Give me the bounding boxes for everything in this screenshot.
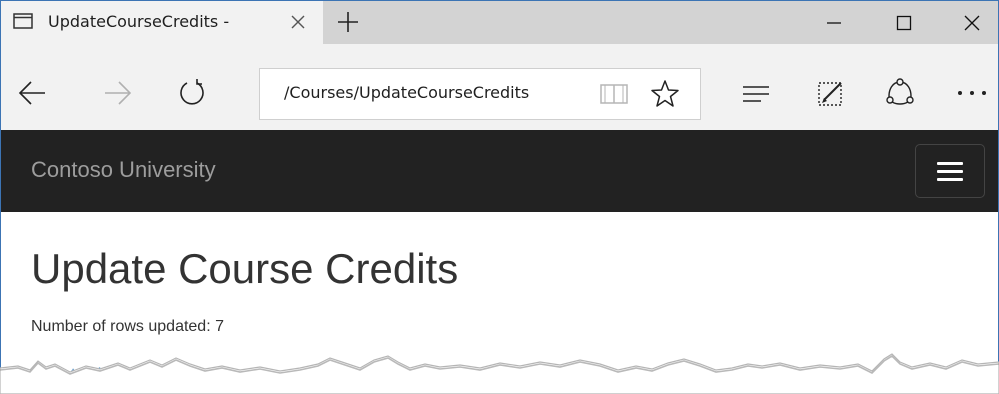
hamburger-icon[interactable] bbox=[915, 144, 985, 198]
brand-link[interactable]: Contoso University bbox=[31, 157, 216, 183]
browser-window: UpdateCourseCredits - /Courses/UpdateCou… bbox=[0, 0, 999, 394]
window-icon bbox=[13, 13, 33, 29]
star-icon[interactable] bbox=[650, 79, 680, 109]
site-navbar: Contoso University bbox=[1, 130, 998, 212]
forward-arrow-icon[interactable] bbox=[103, 80, 133, 106]
tab-title: UpdateCourseCredits - bbox=[48, 12, 230, 31]
browser-tab[interactable]: UpdateCourseCredits - bbox=[1, 1, 323, 44]
address-bar[interactable]: /Courses/UpdateCourseCredits bbox=[259, 68, 701, 120]
torn-edge bbox=[0, 353, 999, 394]
more-icon[interactable] bbox=[955, 88, 989, 98]
plus-icon[interactable] bbox=[336, 10, 360, 34]
url-text: /Courses/UpdateCourseCredits bbox=[284, 83, 530, 102]
refresh-icon[interactable] bbox=[177, 78, 207, 108]
close-icon[interactable] bbox=[288, 12, 308, 32]
maximize-icon[interactable] bbox=[891, 11, 917, 35]
tab-strip: UpdateCourseCredits - bbox=[1, 1, 998, 44]
pen-note-icon[interactable] bbox=[816, 79, 846, 109]
minimize-icon[interactable] bbox=[821, 11, 847, 35]
hub-icon[interactable] bbox=[741, 83, 771, 105]
share-icon[interactable] bbox=[885, 78, 915, 108]
rows-updated-text: Number of rows updated: 7 bbox=[31, 318, 224, 335]
browser-toolbar: /Courses/UpdateCourseCredits bbox=[1, 44, 998, 130]
back-arrow-icon[interactable] bbox=[17, 80, 47, 106]
book-icon[interactable] bbox=[599, 82, 629, 106]
page-title: Update Course Credits bbox=[31, 245, 459, 292]
close-window-icon[interactable] bbox=[959, 11, 985, 35]
